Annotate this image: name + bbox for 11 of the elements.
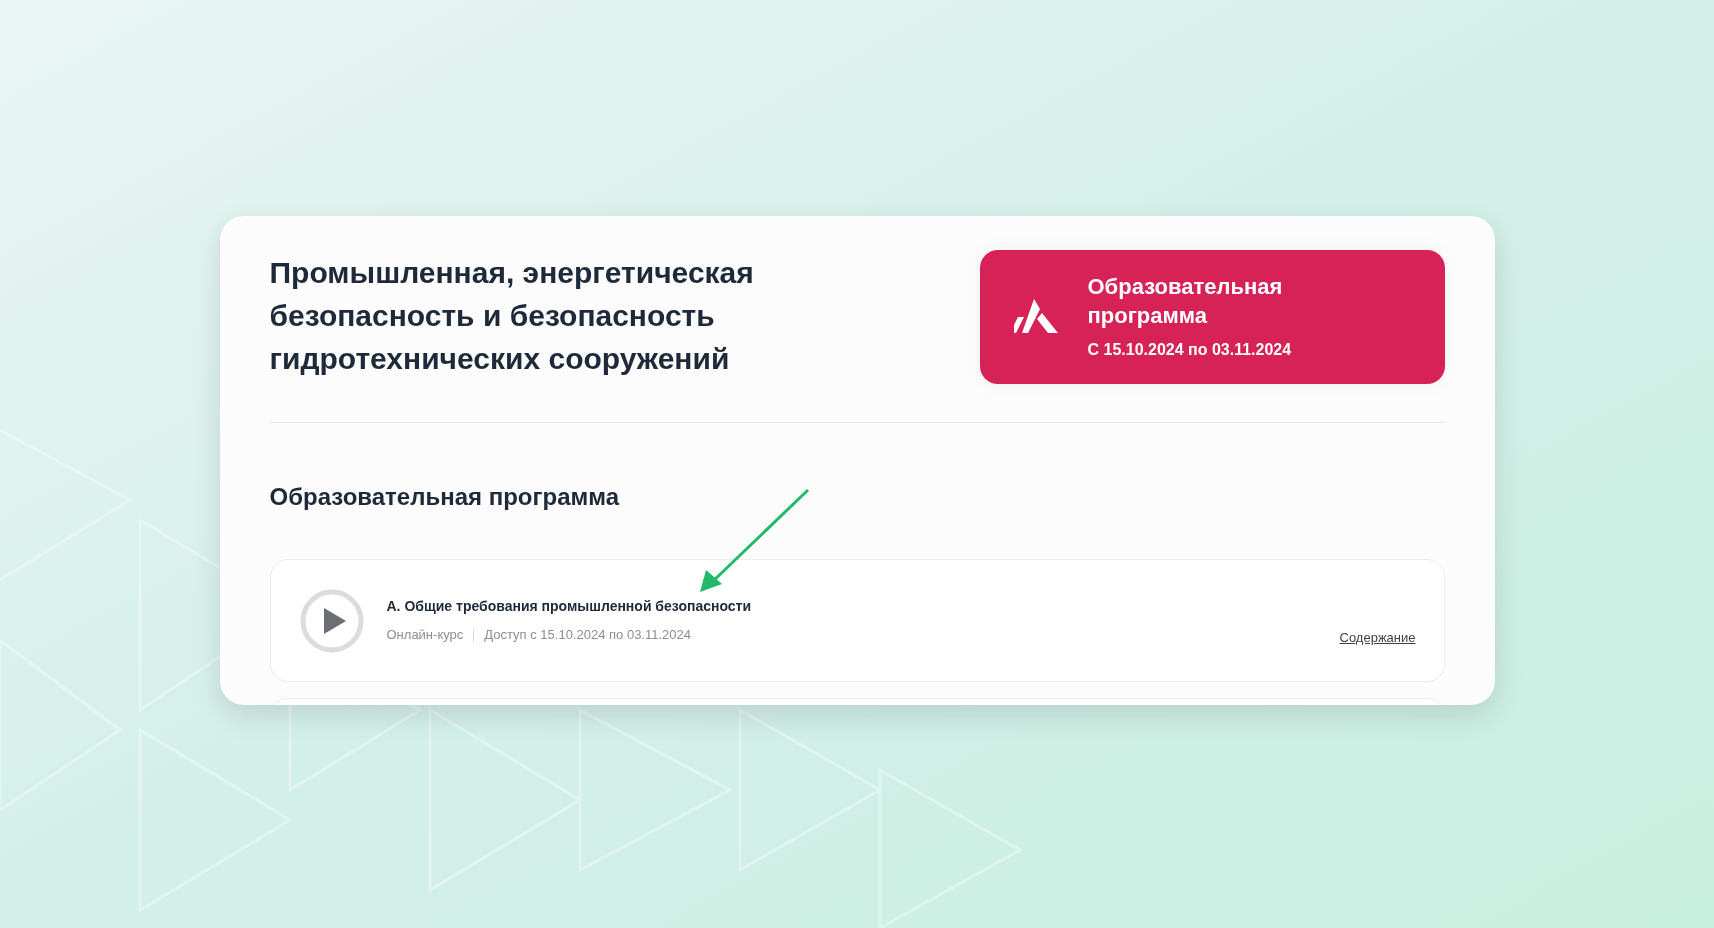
play-icon[interactable]: [298, 587, 365, 654]
contents-link[interactable]: Содержание: [1339, 627, 1416, 647]
course-type: Онлайн-курс: [386, 626, 464, 645]
mountain-logo-icon: [1013, 299, 1058, 335]
course-row[interactable]: А. Общие требования промышленной безопасности Онлайн-курс Доступ с 15.10.2024 по 03.11.2024 Содержание: [269, 559, 1445, 682]
badge-dates: С 15.10.2024 по 03.11.2024: [1087, 340, 1293, 360]
course-title: А. Общие требования промышленной безопасности: [386, 597, 753, 617]
badge-title: Образовательная программа: [1087, 273, 1284, 330]
program-title: Промышленная, энергетическая безопасность и безопасность гидротехнических сооружений: [269, 255, 755, 377]
course-access: Доступ с 15.10.2024 по 03.11.2024: [484, 626, 691, 645]
section-title: Образовательная программа: [269, 482, 621, 512]
